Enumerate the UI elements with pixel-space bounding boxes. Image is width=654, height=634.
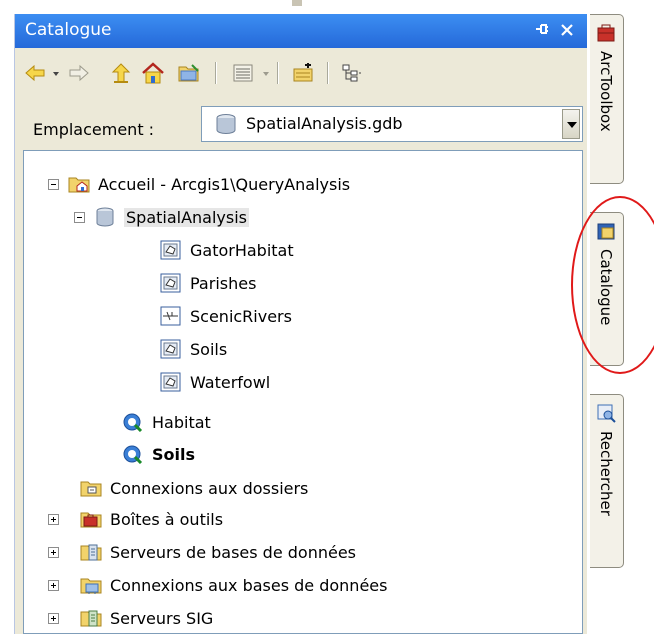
catalogue-tree: Accueil - Arcgis1\QueryAnalysis SpatialA… bbox=[23, 150, 583, 634]
expand-toggle[interactable] bbox=[48, 547, 59, 558]
tab-arctoolbox[interactable]: ArcToolbox bbox=[590, 14, 624, 184]
back-dropdown-icon[interactable] bbox=[53, 72, 59, 76]
polygon-feature-class-icon bbox=[160, 372, 182, 392]
tree-item-waterfowl[interactable]: Waterfowl bbox=[160, 367, 270, 397]
tree-item-home-folder[interactable]: Accueil - Arcgis1\QueryAnalysis bbox=[68, 169, 350, 199]
search-icon bbox=[596, 403, 616, 427]
tree-item-scenicrivers[interactable]: ScenicRivers bbox=[160, 301, 292, 331]
location-combo[interactable]: SpatialAnalysis.gdb bbox=[201, 106, 583, 142]
geodatabase-icon bbox=[214, 113, 238, 139]
polygon-feature-class-icon bbox=[160, 240, 182, 260]
line-feature-class-icon bbox=[160, 306, 182, 326]
tree-item-label: Soils bbox=[152, 444, 196, 464]
tree-item-label: Soils bbox=[190, 339, 228, 359]
tree-item-label: Parishes bbox=[190, 273, 257, 293]
tree-item-habitat-layer[interactable]: Habitat bbox=[122, 407, 211, 437]
polygon-feature-class-icon bbox=[160, 273, 182, 293]
expand-toggle[interactable] bbox=[48, 613, 59, 624]
layer-file-icon bbox=[122, 412, 144, 433]
connect-folder-icon[interactable] bbox=[175, 60, 203, 86]
catalogue-window: Catalogue Emplacement: SpatialAnalysis.… bbox=[14, 14, 588, 634]
gis-servers-icon bbox=[80, 608, 102, 628]
tree-item-label: Waterfowl bbox=[190, 372, 271, 392]
views-dropdown-icon[interactable] bbox=[263, 72, 269, 76]
location-dropdown-button[interactable] bbox=[562, 109, 580, 139]
window-title: Catalogue bbox=[25, 20, 112, 40]
tree-item-label: Serveurs SIG bbox=[110, 608, 214, 628]
expand-toggle[interactable] bbox=[48, 514, 59, 525]
expand-toggle[interactable] bbox=[48, 580, 59, 591]
tree-item-label: ScenicRivers bbox=[190, 306, 292, 326]
polygon-feature-class-icon bbox=[160, 339, 182, 359]
tree-item-label: Connexions aux bases de données bbox=[110, 575, 388, 595]
tree-item-label: Connexions aux dossiers bbox=[110, 478, 309, 498]
tree-item-gis-servers[interactable]: Serveurs SIG bbox=[80, 603, 213, 633]
forward-icon[interactable] bbox=[65, 60, 93, 86]
views-icon[interactable] bbox=[229, 60, 257, 86]
tab-label: ArcToolbox bbox=[597, 51, 615, 132]
dock-grip[interactable] bbox=[292, 0, 302, 6]
layer-file-icon bbox=[122, 444, 144, 465]
home-icon[interactable] bbox=[139, 60, 167, 86]
up-one-level-icon[interactable] bbox=[107, 60, 135, 86]
tree-item-folder-connections[interactable]: Connexions aux dossiers bbox=[80, 473, 308, 503]
location-bar: Emplacement : SpatialAnalysis.gdb bbox=[15, 96, 588, 148]
tree-item-database-servers[interactable]: Serveurs de bases de données bbox=[80, 537, 356, 567]
collapse-toggle[interactable] bbox=[74, 212, 85, 223]
arctoolbox-icon bbox=[596, 23, 616, 47]
tree-item-gatorhabitat[interactable]: GatorHabitat bbox=[160, 235, 294, 265]
tab-rechercher[interactable]: Rechercher bbox=[590, 394, 624, 568]
tree-item-label: Serveurs de bases de données bbox=[110, 542, 357, 562]
tree-item-database-connections[interactable]: Connexions aux bases de données bbox=[80, 570, 387, 600]
top-strip bbox=[0, 0, 587, 14]
tree-item-parishes[interactable]: Parishes bbox=[160, 268, 256, 298]
folder-connections-icon bbox=[80, 478, 102, 498]
geodatabase-icon bbox=[94, 207, 116, 227]
tree-item-label: Accueil - Arcgis1\QueryAnalysis bbox=[98, 174, 351, 194]
close-icon[interactable] bbox=[555, 17, 579, 41]
toolboxes-icon bbox=[80, 509, 102, 529]
collapse-toggle[interactable] bbox=[48, 179, 59, 190]
pin-icon[interactable] bbox=[531, 17, 553, 41]
tree-item-soils-featureclass[interactable]: Soils bbox=[160, 334, 227, 364]
database-connections-icon bbox=[80, 575, 102, 595]
location-label: Emplacement : bbox=[33, 120, 155, 139]
tree-item-label: Boîtes à outils bbox=[110, 509, 224, 529]
location-value: SpatialAnalysis.gdb bbox=[246, 114, 403, 133]
window-titlebar[interactable]: Catalogue bbox=[15, 14, 588, 48]
catalogue-toolbar bbox=[15, 48, 588, 96]
tree-item-spatialanalysis[interactable]: SpatialAnalysis bbox=[94, 202, 250, 232]
tab-label: Rechercher bbox=[597, 431, 615, 516]
tree-item-label: GatorHabitat bbox=[190, 240, 294, 260]
tree-toggle-icon[interactable] bbox=[337, 60, 365, 86]
tree-item-toolboxes[interactable]: Boîtes à outils bbox=[80, 504, 223, 534]
tree-item-label: Habitat bbox=[152, 412, 211, 432]
back-icon[interactable] bbox=[21, 60, 49, 86]
database-servers-icon bbox=[80, 542, 102, 562]
tree-item-label: SpatialAnalysis bbox=[124, 207, 250, 227]
home-folder-icon bbox=[68, 174, 90, 194]
tree-item-soils-layer[interactable]: Soils bbox=[122, 439, 195, 469]
new-item-icon[interactable] bbox=[289, 60, 317, 86]
